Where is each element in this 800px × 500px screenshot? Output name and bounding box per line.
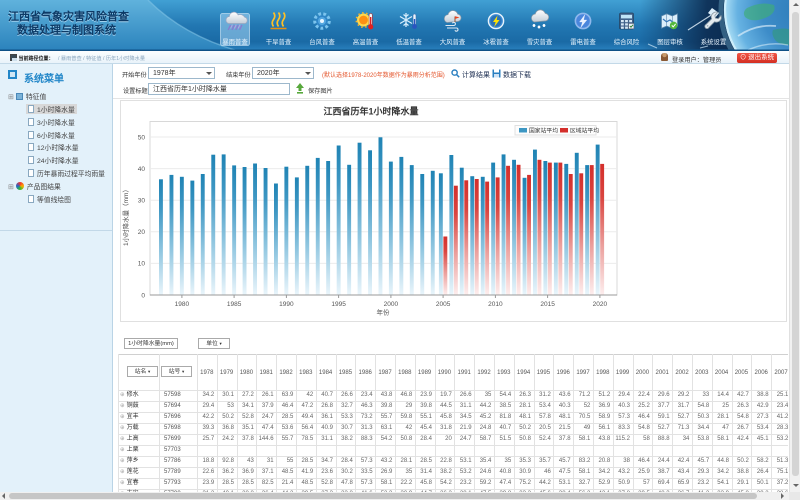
svg-text:雪灾普查: 雪灾普查: [527, 37, 553, 46]
svg-text:1980: 1980: [175, 301, 190, 308]
svg-text:低温普查: 低温普查: [396, 37, 422, 46]
svg-text:暴雨普查: 暴雨普查: [222, 37, 248, 46]
svg-text:区域站平均: 区域站平均: [570, 127, 599, 135]
svg-text:综合风险: 综合风险: [614, 37, 640, 46]
svg-text:大风普查: 大风普查: [440, 37, 466, 46]
svg-text:冰雹普查: 冰雹普查: [483, 37, 509, 46]
svg-text:20: 20: [138, 229, 146, 236]
svg-text:年份: 年份: [377, 308, 391, 317]
svg-text:40: 40: [138, 166, 146, 173]
svg-text:2000: 2000: [384, 301, 399, 308]
svg-text:30: 30: [138, 198, 146, 205]
svg-text:高温普查: 高温普查: [353, 37, 379, 46]
svg-text:雷电普查: 雷电普查: [570, 37, 596, 46]
svg-text:干旱普查: 干旱普查: [266, 37, 292, 46]
svg-text:国家站平均: 国家站平均: [529, 127, 558, 135]
svg-text:1985: 1985: [227, 301, 242, 308]
svg-text:50: 50: [138, 134, 146, 141]
svg-text:2005: 2005: [436, 301, 451, 308]
svg-text:江西省气象灾害风险普查: 江西省气象灾害风险普查: [8, 9, 129, 23]
svg-text:2010: 2010: [488, 301, 503, 308]
svg-text:数据处理与制图系统: 数据处理与制图系统: [17, 23, 116, 37]
svg-text:0: 0: [141, 292, 145, 299]
svg-text:江西省历年1小时降水量: 江西省历年1小时降水量: [323, 106, 418, 117]
svg-text:1小时降水量（mm）: 1小时降水量（mm）: [121, 186, 130, 246]
svg-text:10: 10: [138, 261, 146, 268]
svg-text:1990: 1990: [279, 301, 294, 308]
svg-text:2015: 2015: [540, 301, 555, 308]
svg-text:台风普查: 台风普查: [309, 37, 335, 46]
svg-text:1995: 1995: [331, 301, 346, 308]
svg-text:图层审核: 图层审核: [657, 37, 683, 46]
svg-text:系统设置: 系统设置: [701, 37, 727, 46]
svg-text:2020: 2020: [593, 301, 608, 308]
